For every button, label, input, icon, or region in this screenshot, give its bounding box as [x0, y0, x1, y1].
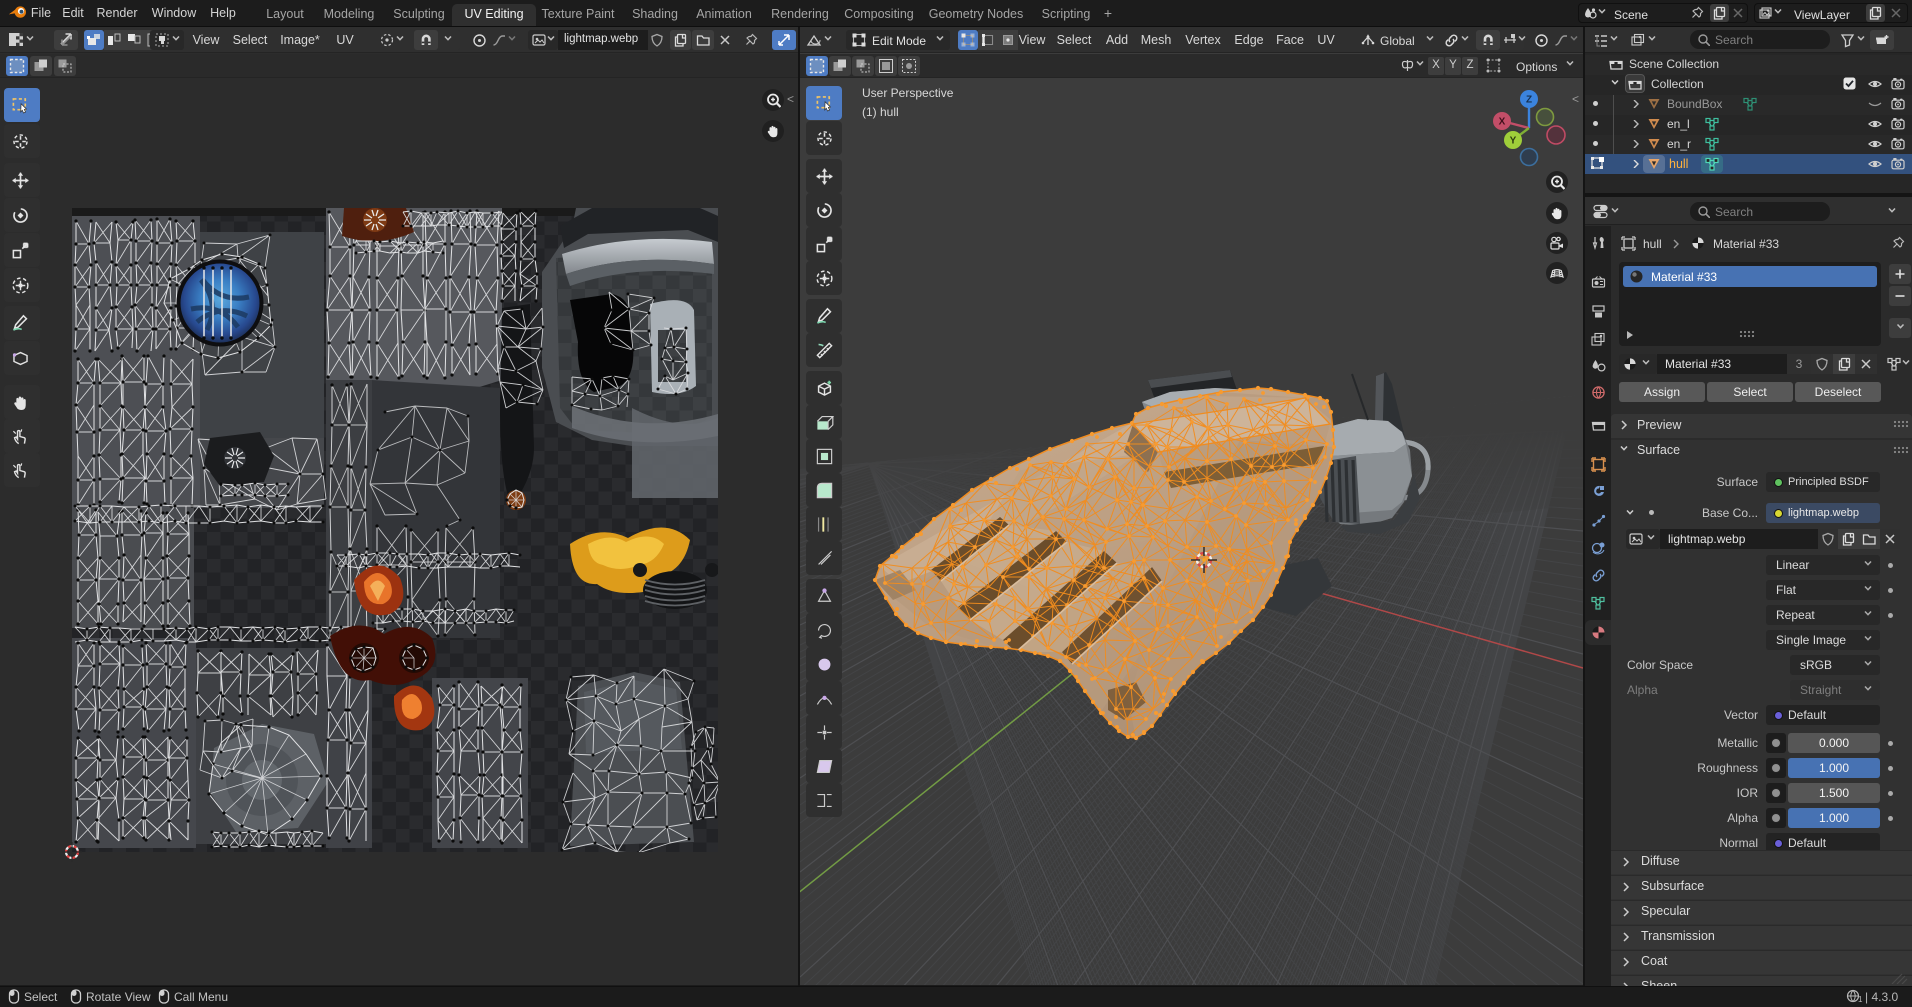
svg-text:X: X	[1499, 117, 1506, 128]
svg-text:Y: Y	[1510, 136, 1517, 147]
svg-text:Z: Z	[1526, 95, 1532, 106]
